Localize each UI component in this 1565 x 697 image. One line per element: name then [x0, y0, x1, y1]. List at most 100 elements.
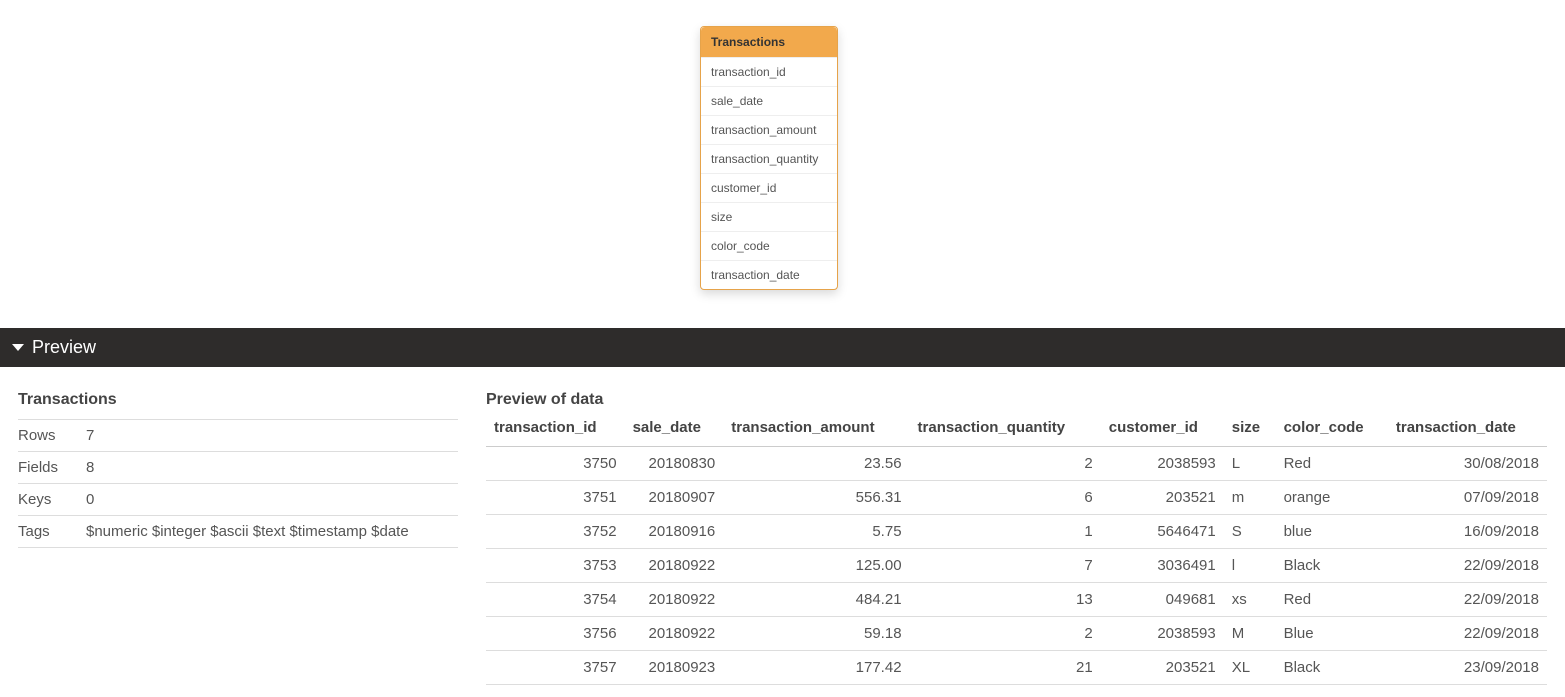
table-card-field[interactable]: customer_id	[701, 173, 837, 202]
meta-key: Keys	[18, 484, 86, 515]
table-header-row: transaction_id sale_date transaction_amo…	[486, 413, 1547, 447]
table-card-field[interactable]: size	[701, 202, 837, 231]
meta-row-rows: Rows 7	[18, 420, 458, 452]
model-canvas[interactable]: Transactions transaction_id sale_date tr…	[0, 0, 1565, 328]
cell: 3752	[486, 515, 625, 549]
cell: 20180907	[625, 481, 724, 515]
cell: 20180922	[625, 583, 724, 617]
cell: 23.56	[723, 447, 909, 481]
table-row[interactable]: 3750 20180830 23.56 2 2038593 L Red 30/0…	[486, 447, 1547, 481]
cell: 2038593	[1101, 617, 1224, 651]
cell: 22/09/2018	[1388, 549, 1547, 583]
data-preview-panel: Preview of data transaction_id sale_date…	[486, 385, 1547, 685]
cell: 23/09/2018	[1388, 651, 1547, 685]
table-row[interactable]: 3753 20180922 125.00 7 3036491 l Black 2…	[486, 549, 1547, 583]
table-row[interactable]: 3751 20180907 556.31 6 203521 m orange 0…	[486, 481, 1547, 515]
cell: 2	[910, 447, 1101, 481]
meta-key: Tags	[18, 516, 86, 547]
column-header[interactable]: transaction_amount	[723, 413, 909, 447]
table-card-field[interactable]: transaction_date	[701, 260, 837, 289]
cell: L	[1224, 447, 1276, 481]
cell: 6	[910, 481, 1101, 515]
cell: 3036491	[1101, 549, 1224, 583]
column-header[interactable]: size	[1224, 413, 1276, 447]
cell: m	[1224, 481, 1276, 515]
cell: orange	[1276, 481, 1388, 515]
column-header[interactable]: customer_id	[1101, 413, 1224, 447]
table-card-field[interactable]: transaction_quantity	[701, 144, 837, 173]
cell: 1	[910, 515, 1101, 549]
cell: 5.75	[723, 515, 909, 549]
cell: 7	[910, 549, 1101, 583]
cell: 07/09/2018	[1388, 481, 1547, 515]
preview-bar-label: Preview	[32, 337, 96, 358]
meta-value: 8	[86, 452, 458, 483]
table-row[interactable]: 3752 20180916 5.75 1 5646471 S blue 16/0…	[486, 515, 1547, 549]
cell: 3754	[486, 583, 625, 617]
cell: 20180922	[625, 549, 724, 583]
meta-row-tags: Tags $numeric $integer $ascii $text $tim…	[18, 516, 458, 548]
table-row[interactable]: 3757 20180923 177.42 21 203521 XL Black …	[486, 651, 1547, 685]
cell: 203521	[1101, 481, 1224, 515]
cell: 484.21	[723, 583, 909, 617]
table-card-field[interactable]: sale_date	[701, 86, 837, 115]
meta-row-fields: Fields 8	[18, 452, 458, 484]
preview-body: Transactions Rows 7 Fields 8 Keys 0 Tags…	[0, 367, 1565, 697]
table-card-transactions[interactable]: Transactions transaction_id sale_date tr…	[700, 26, 838, 290]
meta-key: Rows	[18, 420, 86, 451]
meta-value: 0	[86, 484, 458, 515]
meta-title: Transactions	[18, 385, 458, 420]
meta-value: 7	[86, 420, 458, 451]
cell: Red	[1276, 583, 1388, 617]
cell: 30/08/2018	[1388, 447, 1547, 481]
cell: 22/09/2018	[1388, 617, 1547, 651]
table-card-title: Transactions	[701, 27, 837, 57]
meta-panel: Transactions Rows 7 Fields 8 Keys 0 Tags…	[18, 385, 458, 548]
cell: Blue	[1276, 617, 1388, 651]
column-header[interactable]: color_code	[1276, 413, 1388, 447]
cell: xs	[1224, 583, 1276, 617]
cell: Black	[1276, 651, 1388, 685]
column-header[interactable]: transaction_id	[486, 413, 625, 447]
column-header[interactable]: transaction_quantity	[910, 413, 1101, 447]
cell: 556.31	[723, 481, 909, 515]
cell: 3751	[486, 481, 625, 515]
cell: 3757	[486, 651, 625, 685]
cell: 3750	[486, 447, 625, 481]
cell: 203521	[1101, 651, 1224, 685]
cell: 20180923	[625, 651, 724, 685]
chevron-down-icon	[12, 344, 24, 351]
cell: 5646471	[1101, 515, 1224, 549]
preview-toggle-bar[interactable]: Preview	[0, 328, 1565, 367]
cell: 2	[910, 617, 1101, 651]
table-card-field[interactable]: color_code	[701, 231, 837, 260]
cell: 20180922	[625, 617, 724, 651]
cell: 3756	[486, 617, 625, 651]
cell: blue	[1276, 515, 1388, 549]
cell: 20180830	[625, 447, 724, 481]
cell: 3753	[486, 549, 625, 583]
data-preview-table: transaction_id sale_date transaction_amo…	[486, 413, 1547, 685]
cell: 59.18	[723, 617, 909, 651]
meta-key: Fields	[18, 452, 86, 483]
column-header[interactable]: sale_date	[625, 413, 724, 447]
cell: 21	[910, 651, 1101, 685]
cell: 2038593	[1101, 447, 1224, 481]
cell: 13	[910, 583, 1101, 617]
cell: 177.42	[723, 651, 909, 685]
table-row[interactable]: 3754 20180922 484.21 13 049681 xs Red 22…	[486, 583, 1547, 617]
cell: XL	[1224, 651, 1276, 685]
table-card-field[interactable]: transaction_id	[701, 57, 837, 86]
cell: l	[1224, 549, 1276, 583]
table-row[interactable]: 3756 20180922 59.18 2 2038593 M Blue 22/…	[486, 617, 1547, 651]
cell: Black	[1276, 549, 1388, 583]
cell: M	[1224, 617, 1276, 651]
meta-value: $numeric $integer $ascii $text $timestam…	[86, 516, 458, 547]
cell: 22/09/2018	[1388, 583, 1547, 617]
cell: 20180916	[625, 515, 724, 549]
column-header[interactable]: transaction_date	[1388, 413, 1547, 447]
cell: 125.00	[723, 549, 909, 583]
table-card-field[interactable]: transaction_amount	[701, 115, 837, 144]
cell: Red	[1276, 447, 1388, 481]
cell: 16/09/2018	[1388, 515, 1547, 549]
